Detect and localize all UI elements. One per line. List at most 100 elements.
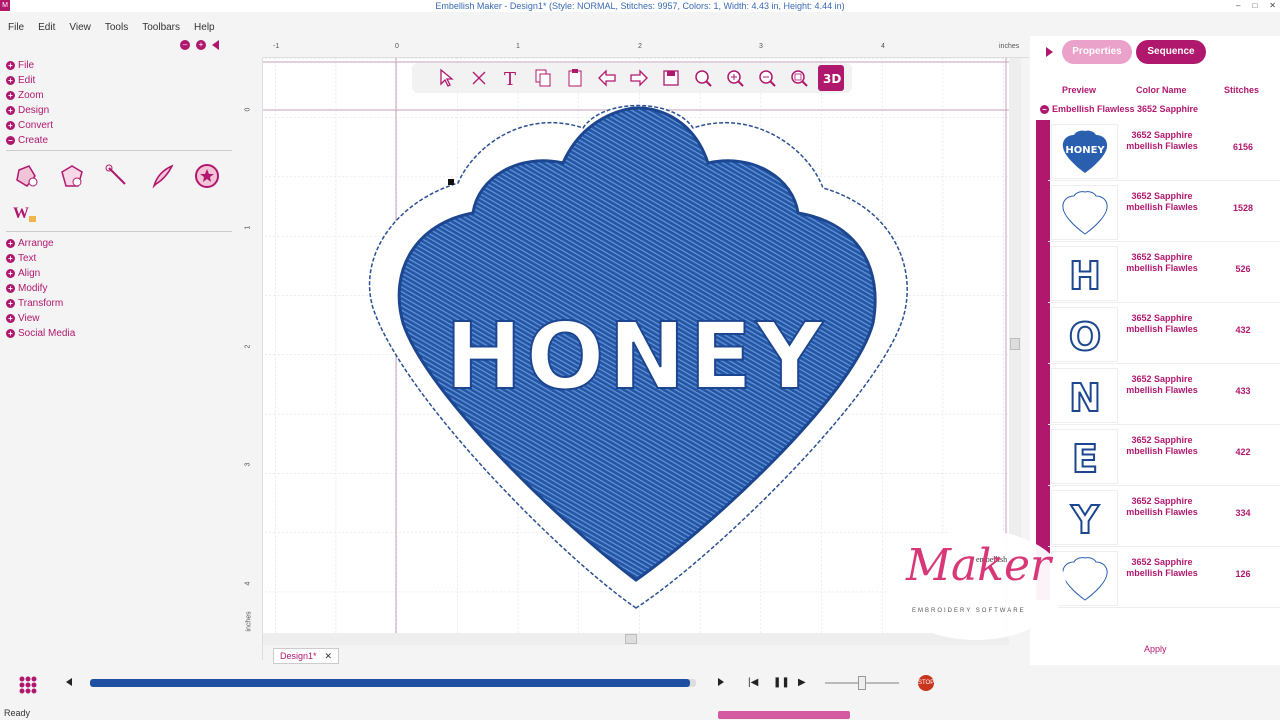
sequence-row[interactable]: 3652 Sapphire mbellish Flawles 1528 xyxy=(1048,181,1280,242)
zoom-out-icon[interactable] xyxy=(754,65,780,91)
app-menu-icon[interactable] xyxy=(18,675,38,695)
sequence-row[interactable]: HONEY 3652 Sapphire mbellish Flawles 6156 xyxy=(1048,120,1280,181)
feather-pen-icon[interactable] xyxy=(147,161,177,191)
menu-tools[interactable]: Tools xyxy=(97,20,134,36)
zoom-fit-icon[interactable] xyxy=(786,65,812,91)
sequence-row[interactable]: N 3652 Sapphire mbellish Flawles 433 xyxy=(1048,364,1280,425)
expand-panel-icon[interactable] xyxy=(1046,47,1053,57)
section-align[interactable]: + Align xyxy=(0,266,235,281)
zoom-icon[interactable] xyxy=(690,65,716,91)
color-name: 3652 Sapphire mbellish Flawles xyxy=(1126,252,1198,273)
section-arrange[interactable]: + Arrange xyxy=(0,236,235,251)
stitch-count: 422 xyxy=(1235,447,1251,457)
pattern-fill-icon[interactable] xyxy=(57,161,87,191)
tab-design1[interactable]: Design1* ✕ xyxy=(273,648,340,664)
pin-left-icon[interactable] xyxy=(212,40,219,50)
menu-bar: File Edit View Tools Toolbars Help xyxy=(0,20,221,36)
select-arrow-icon[interactable] xyxy=(434,65,460,91)
color-name: 3652 Sapphire mbellish Flawles xyxy=(1126,191,1198,212)
color-name: 3652 Sapphire mbellish Flawles xyxy=(1126,374,1198,395)
apply-button[interactable]: Apply xyxy=(1144,644,1167,654)
save-icon[interactable] xyxy=(658,65,684,91)
stitch-progress-fill xyxy=(90,679,690,687)
sequence-row[interactable]: Y 3652 Sapphire mbellish Flawles 334 xyxy=(1048,486,1280,547)
floating-toolbar: T 3D xyxy=(412,63,852,93)
design-canvas[interactable]: HONEY xyxy=(263,58,1009,633)
preview-thumbnail: HONEY xyxy=(1051,124,1118,179)
node-edit-icon[interactable] xyxy=(466,65,492,91)
paste-icon[interactable] xyxy=(562,65,588,91)
speed-thumb[interactable] xyxy=(858,676,866,690)
section-create[interactable]: – Create xyxy=(0,133,235,148)
speed-slider[interactable] xyxy=(825,676,899,690)
menu-edit[interactable]: Edit xyxy=(30,20,61,36)
stitch-count: 432 xyxy=(1235,325,1251,335)
ruler-tick: 2 xyxy=(244,344,252,349)
section-social-media[interactable]: + Social Media xyxy=(0,326,235,341)
ruler-tick: 3 xyxy=(244,462,252,467)
horizontal-scrollbar[interactable] xyxy=(263,633,1009,645)
section-edit[interactable]: + Edit xyxy=(0,73,235,88)
sequence-row[interactable]: O 3652 Sapphire mbellish Flawles 432 xyxy=(1048,303,1280,364)
expand-icon: + xyxy=(6,91,15,100)
prev-icon[interactable] xyxy=(66,678,72,686)
minimize-button[interactable]: – xyxy=(1236,0,1240,12)
scroll-thumb[interactable] xyxy=(625,634,637,644)
redo-icon[interactable] xyxy=(626,65,652,91)
section-modify[interactable]: + Modify xyxy=(0,281,235,296)
expand-icon: + xyxy=(6,284,15,293)
menu-view[interactable]: View xyxy=(61,20,97,36)
text-tool-icon[interactable]: T xyxy=(498,65,524,91)
maximize-button[interactable]: □ xyxy=(1252,0,1257,12)
section-file[interactable]: + File xyxy=(0,58,235,73)
shape-fill-icon[interactable] xyxy=(12,161,42,191)
sequence-row[interactable]: 3652 Sapphire mbellish Flawles 126 xyxy=(1048,547,1280,608)
expand-icon: + xyxy=(6,239,15,248)
grid: HONEY xyxy=(263,58,1009,633)
close-button[interactable]: ✕ xyxy=(1269,0,1276,12)
pink-scroll-handle[interactable] xyxy=(718,711,850,719)
menu-file[interactable]: File xyxy=(0,20,30,36)
expand-icon: + xyxy=(6,314,15,323)
zoom-in-icon[interactable] xyxy=(722,65,748,91)
stitch-progress-track[interactable] xyxy=(90,679,696,687)
expand-icon: + xyxy=(6,299,15,308)
expand-icon: + xyxy=(6,121,15,130)
collapse-icon[interactable]: – xyxy=(180,40,190,50)
color-group[interactable]: – Embellish Flawless 3652 Sapphire xyxy=(1040,104,1198,114)
sequence-row[interactable]: E 3652 Sapphire mbellish Flawles 422 xyxy=(1048,425,1280,486)
section-text[interactable]: + Text xyxy=(0,251,235,266)
sequence-row[interactable]: H 3652 Sapphire mbellish Flawles 526 xyxy=(1048,242,1280,303)
stitch-count: 1528 xyxy=(1232,203,1254,213)
wand-icon[interactable] xyxy=(102,161,132,191)
wordart-icon[interactable]: W xyxy=(10,197,40,227)
section-zoom[interactable]: + Zoom xyxy=(0,88,235,103)
scroll-thumb[interactable] xyxy=(1010,338,1020,350)
3d-view-icon[interactable]: 3D xyxy=(818,65,844,91)
step-back-icon[interactable]: |◀ xyxy=(748,677,758,688)
section-view[interactable]: + View xyxy=(0,311,235,326)
section-convert[interactable]: + Convert xyxy=(0,118,235,133)
tab-properties[interactable]: Properties xyxy=(1062,40,1132,64)
badge-star-icon[interactable] xyxy=(192,161,222,191)
close-tab-icon[interactable]: ✕ xyxy=(325,649,333,663)
left-panel: + File + Edit + Zoom + Design + Convert – Crea… xyxy=(0,58,235,658)
undo-icon[interactable] xyxy=(594,65,620,91)
pause-icon[interactable]: ❚❚ xyxy=(773,677,790,688)
svg-text:T: T xyxy=(504,69,516,88)
play-icon[interactable]: ▶ xyxy=(798,677,806,688)
copy-icon[interactable] xyxy=(530,65,556,91)
tab-label: Design1* xyxy=(280,651,317,661)
menu-toolbars[interactable]: Toolbars xyxy=(134,20,186,36)
menu-help[interactable]: Help xyxy=(186,20,221,36)
preview-thumbnail: Y xyxy=(1051,490,1118,545)
section-design[interactable]: + Design xyxy=(0,103,235,118)
preview-thumbnail: E xyxy=(1051,429,1118,484)
divider xyxy=(6,231,232,232)
color-name: 3652 Sapphire mbellish Flawles xyxy=(1126,130,1198,151)
section-transform[interactable]: + Transform xyxy=(0,296,235,311)
tab-sequence[interactable]: Sequence xyxy=(1136,40,1206,64)
stop-icon[interactable]: STOP xyxy=(918,675,934,691)
expand-icon[interactable]: + xyxy=(196,40,206,50)
next-icon[interactable] xyxy=(718,678,724,686)
